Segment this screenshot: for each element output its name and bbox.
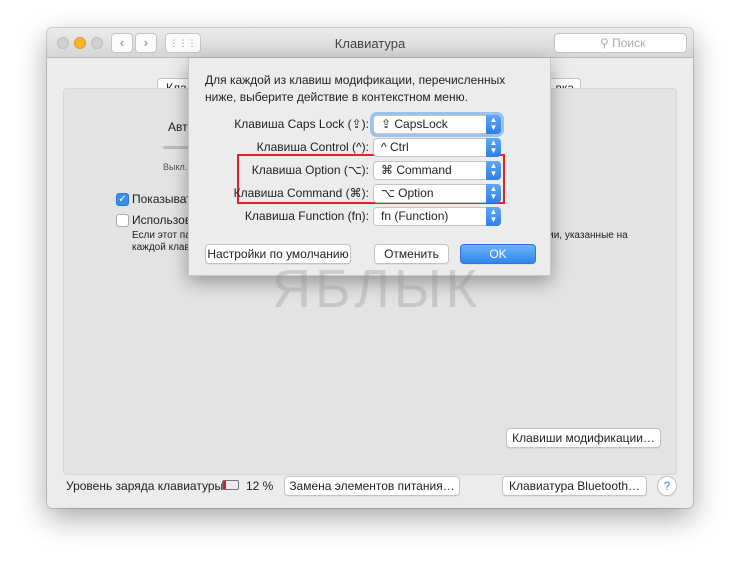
modifier-keys-button[interactable]: Клавиши модификации… — [506, 428, 661, 448]
replace-batteries-button[interactable]: Замена элементов питания… — [284, 476, 460, 496]
hint-text: каждой клав — [132, 242, 190, 253]
help-button[interactable]: ? — [657, 476, 677, 496]
chevron-updown-icon: ▲ ▼ — [486, 138, 501, 157]
chevron-updown-icon: ▲ ▼ — [486, 207, 501, 226]
battery-percent: 12 % — [246, 479, 274, 493]
use-fkeys-checkbox[interactable] — [116, 214, 129, 227]
show-checkbox[interactable]: ✓ — [116, 193, 129, 206]
control-label: Клавиша Control (^): — [256, 140, 369, 154]
function-label: Клавиша Function (fn): — [244, 209, 369, 223]
search-icon: ⚲ — [600, 36, 613, 50]
search-input[interactable]: ⚲ Поиск — [554, 33, 687, 53]
bluetooth-keyboard-button[interactable]: Клавиатура Bluetooth… — [502, 476, 647, 496]
command-select[interactable]: ⌥ Option ▲ ▼ — [373, 184, 501, 203]
sheet-intro: Для каждой из клавиш модификации, перечи… — [205, 73, 506, 104]
battery-icon — [222, 480, 239, 490]
command-label: Клавиша Command (⌘): — [233, 186, 369, 200]
option-select[interactable]: ⌘ Command ▲ ▼ — [373, 161, 501, 180]
watermark-logo: ЯБЛЫК — [272, 259, 482, 319]
battery-label: Уровень заряда клавиатуры: — [66, 479, 227, 493]
capslock-select[interactable]: ⇪ CapsLock ▲ ▼ — [373, 115, 501, 134]
capslock-label: Клавиша Caps Lock (⇪): — [234, 117, 369, 131]
title-bar: ‹ › ⋮⋮⋮ Клавиатура ⚲ Поиск — [47, 28, 693, 58]
slider-off-label: Выкл. — [163, 162, 188, 172]
hint-text: кции, указанные на — [538, 230, 628, 241]
modifier-keys-sheet: Для каждой из клавиш модификации, перечи… — [188, 58, 551, 276]
chevron-updown-icon: ▲ ▼ — [486, 184, 501, 203]
hint-text: Если этот па — [132, 230, 191, 241]
control-select[interactable]: ^ Ctrl ▲ ▼ — [373, 138, 501, 157]
option-label: Клавиша Option (⌥): — [251, 163, 369, 177]
key-repeat-slider[interactable] — [163, 146, 191, 149]
chevron-updown-icon: ▲ ▼ — [486, 161, 501, 180]
function-select[interactable]: fn (Function) ▲ ▼ — [373, 207, 501, 226]
chevron-updown-icon: ▲ ▼ — [486, 115, 501, 134]
